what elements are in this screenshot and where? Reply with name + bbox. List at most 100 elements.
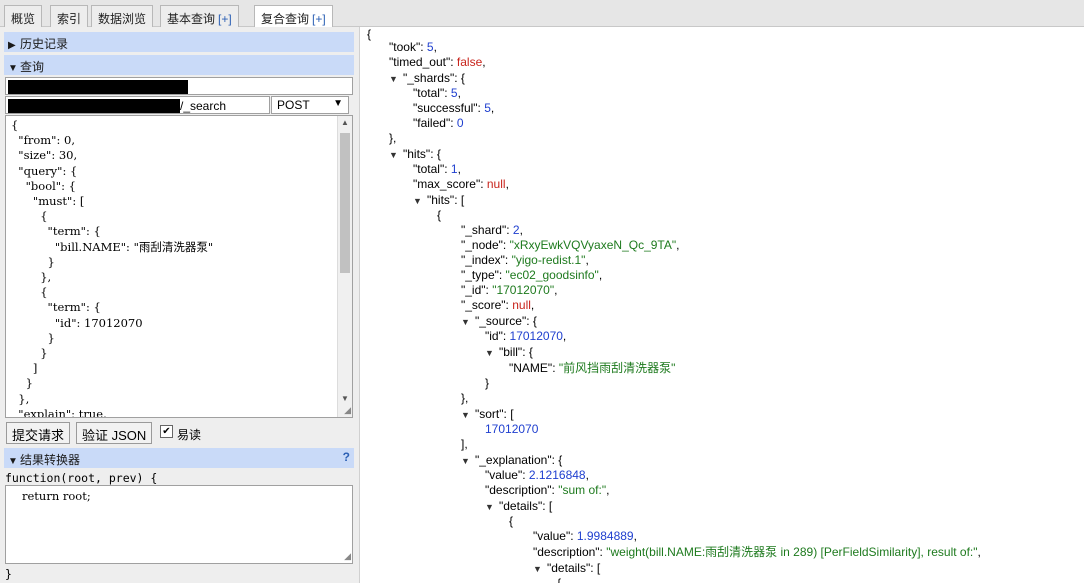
json-line: } — [485, 376, 490, 390]
help-icon[interactable]: ? — [343, 450, 350, 464]
query-panel: ▶ 历史记录 ▼ 查询 /_search POST ▼ { "from": 0, "… — [0, 27, 360, 583]
tab-label: 概览 — [11, 12, 36, 26]
chevron-down-icon: ▼ — [333, 98, 343, 109]
bill-name-value: "前风挡雨刮清洗器泵" — [558, 361, 676, 375]
json-line: 17012070 — [485, 422, 538, 437]
transformer-editor[interactable]: return root; ◢ — [5, 485, 353, 564]
collapse-triangle-icon[interactable]: ▼ — [461, 454, 475, 469]
json-line: "total": 1, — [413, 162, 461, 176]
collapse-triangle-icon[interactable]: ▼ — [485, 500, 499, 515]
transformer-body[interactable]: return root; — [6, 486, 352, 503]
scroll-thumb[interactable] — [340, 133, 350, 273]
explanation-description: "sum of:" — [558, 483, 607, 497]
sort-value: 17012070 — [485, 422, 539, 436]
query-body-editor[interactable]: { "from": 0, "size": 30, "query": { "boo… — [5, 115, 353, 418]
method-select[interactable]: POST ▼ — [271, 96, 349, 114]
tab-browser[interactable]: 数据浏览 — [91, 5, 154, 27]
pretty-label: 易读 — [177, 428, 202, 442]
collapse-triangle-icon: ▼ — [8, 63, 18, 74]
json-line: }, — [461, 391, 469, 405]
collapse-triangle-icon[interactable]: ▼ — [389, 148, 403, 163]
shards-successful-value: 5 — [484, 101, 491, 115]
json-line: "description": "sum of:", — [485, 483, 610, 497]
resize-grip-icon[interactable]: ◢ — [344, 551, 351, 562]
history-header[interactable]: ▶ 历史记录 — [4, 32, 354, 52]
hits-total-value: 1 — [450, 162, 458, 176]
validate-json-button[interactable]: 验证 JSON — [76, 422, 153, 444]
json-line: "total": 5, — [413, 86, 461, 100]
resize-grip-icon[interactable]: ◢ — [344, 405, 351, 416]
pretty-checkbox[interactable]: ✔ — [160, 425, 173, 438]
collapse-triangle-icon[interactable]: ▼ — [389, 72, 403, 87]
query-header[interactable]: ▼ 查询 — [4, 55, 354, 75]
json-line: "max_score": null, — [413, 177, 509, 191]
json-line: "value": 1.9984889, — [533, 529, 637, 543]
editor-scrollbar[interactable]: ▲ ▼ — [337, 116, 352, 417]
json-line: }, — [389, 131, 397, 145]
transformer-fn-open: function(root, prev) { — [5, 471, 158, 485]
max-score-value: null — [486, 177, 506, 191]
tab-bar: 概览 索引 数据浏览 基本查询 [+] 复合查询 [+] — [0, 0, 1084, 28]
json-line: "value": 2.1216848, — [485, 468, 589, 482]
json-line: { — [367, 27, 372, 41]
tab-indices[interactable]: 索引 — [50, 5, 89, 27]
tab-plus[interactable]: [+] — [218, 12, 232, 26]
collapse-triangle-icon[interactable]: ▼ — [485, 346, 499, 361]
json-line[interactable]: ▼ "details": [ — [485, 499, 552, 515]
transformer-label: 结果转换器 — [20, 453, 81, 467]
json-line[interactable]: ▼ "_source": { — [461, 314, 537, 330]
json-line[interactable]: ▼ "hits": { — [389, 147, 441, 163]
tab-compound-query[interactable]: 复合查询 [+] — [254, 5, 333, 28]
transformer-fn-close: } — [5, 567, 12, 581]
id-value: "17012070" — [492, 283, 555, 297]
tab-label: 复合查询 — [261, 12, 310, 26]
result-viewer: { "took": 5, "timed_out": false, ▼ "_shar… — [361, 27, 1084, 583]
json-line: "took": 5, — [389, 40, 437, 54]
type-value: "ec02_goodsinfo" — [505, 268, 599, 282]
json-line: { — [557, 576, 562, 583]
expand-triangle-icon: ▶ — [8, 40, 16, 51]
collapse-triangle-icon[interactable]: ▼ — [461, 408, 475, 423]
shard-value: 2 — [512, 223, 520, 237]
detail-description: "weight(bill.NAME:雨刮清洗器泵 in 289) [PerFie… — [606, 545, 978, 559]
collapse-triangle-icon[interactable]: ▼ — [461, 315, 475, 330]
index-value: "yigo-redist.1" — [511, 253, 586, 267]
json-line: "timed_out": false, — [389, 55, 486, 69]
scroll-up-icon[interactable]: ▲ — [341, 118, 349, 127]
took-value: 5 — [426, 40, 434, 54]
json-line: "_node": "xRxyEwkVQVyaxeN_Qc_9TA", — [461, 238, 680, 252]
tab-overview[interactable]: 概览 — [4, 5, 43, 27]
submit-request-button[interactable]: 提交请求 — [6, 422, 71, 444]
json-line[interactable]: ▼ "bill": { — [485, 345, 533, 361]
tab-basic-query[interactable]: 基本查询 [+] — [160, 5, 239, 27]
json-line: "_score": null, — [461, 298, 535, 312]
json-line: "id": 17012070, — [485, 329, 567, 343]
shards-failed-value: 0 — [456, 116, 464, 130]
score-value: null — [512, 298, 531, 312]
explanation-value: 2.1216848 — [528, 468, 586, 482]
json-line: ], — [461, 437, 468, 451]
json-line: { — [437, 208, 442, 222]
query-path-input[interactable]: /_search — [5, 96, 270, 114]
server-url-input[interactable] — [5, 77, 353, 95]
json-line[interactable]: ▼ "_explanation": { — [461, 453, 562, 469]
source-id-value: 17012070 — [509, 329, 563, 343]
scroll-down-icon[interactable]: ▼ — [341, 394, 349, 403]
tab-plus[interactable]: [+] — [312, 12, 326, 26]
json-line: "_type": "ec02_goodsinfo", — [461, 268, 603, 282]
collapse-triangle-icon[interactable]: ▼ — [413, 194, 427, 209]
path-suffix: /_search — [180, 99, 227, 113]
json-line[interactable]: ▼ "details": [ — [533, 561, 600, 577]
history-label: 历史记录 — [20, 37, 69, 51]
json-line[interactable]: ▼ "hits": [ — [413, 193, 464, 209]
transformer-header[interactable]: ▼ 结果转换器 ? — [4, 448, 354, 468]
json-line[interactable]: ▼ "_shards": { — [389, 71, 465, 87]
json-line: "NAME": "前风挡雨刮清洗器泵" — [509, 361, 676, 375]
json-line: "description": "weight(bill.NAME:雨刮清洗器泵 … — [533, 545, 981, 559]
shards-total-value: 5 — [450, 86, 458, 100]
collapse-triangle-icon[interactable]: ▼ — [533, 562, 547, 577]
node-value: "xRxyEwkVQVyaxeN_Qc_9TA" — [509, 238, 677, 252]
query-body-text[interactable]: { "from": 0, "size": 30, "query": { "boo… — [6, 116, 352, 417]
json-line[interactable]: ▼ "sort": [ — [461, 407, 514, 423]
redacted-path — [8, 99, 180, 113]
